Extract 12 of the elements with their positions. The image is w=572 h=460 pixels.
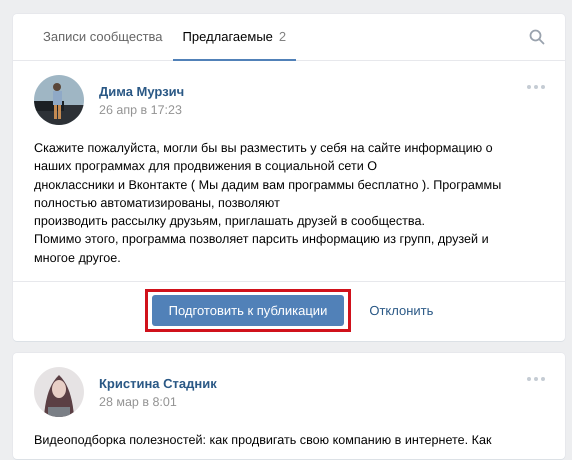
more-icon[interactable] xyxy=(527,377,545,382)
post-text: Видеоподборка полезностей: как продвигать свою компанию в интернете. Как xyxy=(34,432,493,450)
tab[interactable]: Предлагаемые 2 xyxy=(172,14,296,61)
post-text: Скажите пожалуйста, могли бы вы разместить у себя на сайте информацию о наших программах для продвижения в социальной сети О дноклассники и Вконтакте ( Мы дадим вам программы бесплатно ). Программы полностью автоматизированы, позволяют производить рассылку друзьям, приглашать друзей в сообщества. Помимо этого, программа позволяет парсить информацию из групп, друзей и многое другое. xyxy=(34,140,502,267)
author-name[interactable]: Кристина Стадник xyxy=(99,376,512,391)
reject-link[interactable]: Отклонить xyxy=(369,303,434,318)
publish-button[interactable]: Подготовить к публикации xyxy=(152,295,344,326)
tab[interactable]: Записи сообщества xyxy=(33,14,173,61)
more-icon[interactable] xyxy=(527,85,545,89)
author-name[interactable]: Дима Мурзич xyxy=(99,84,512,98)
search-icon[interactable] xyxy=(529,29,545,45)
tab-count: 2 xyxy=(278,29,286,44)
